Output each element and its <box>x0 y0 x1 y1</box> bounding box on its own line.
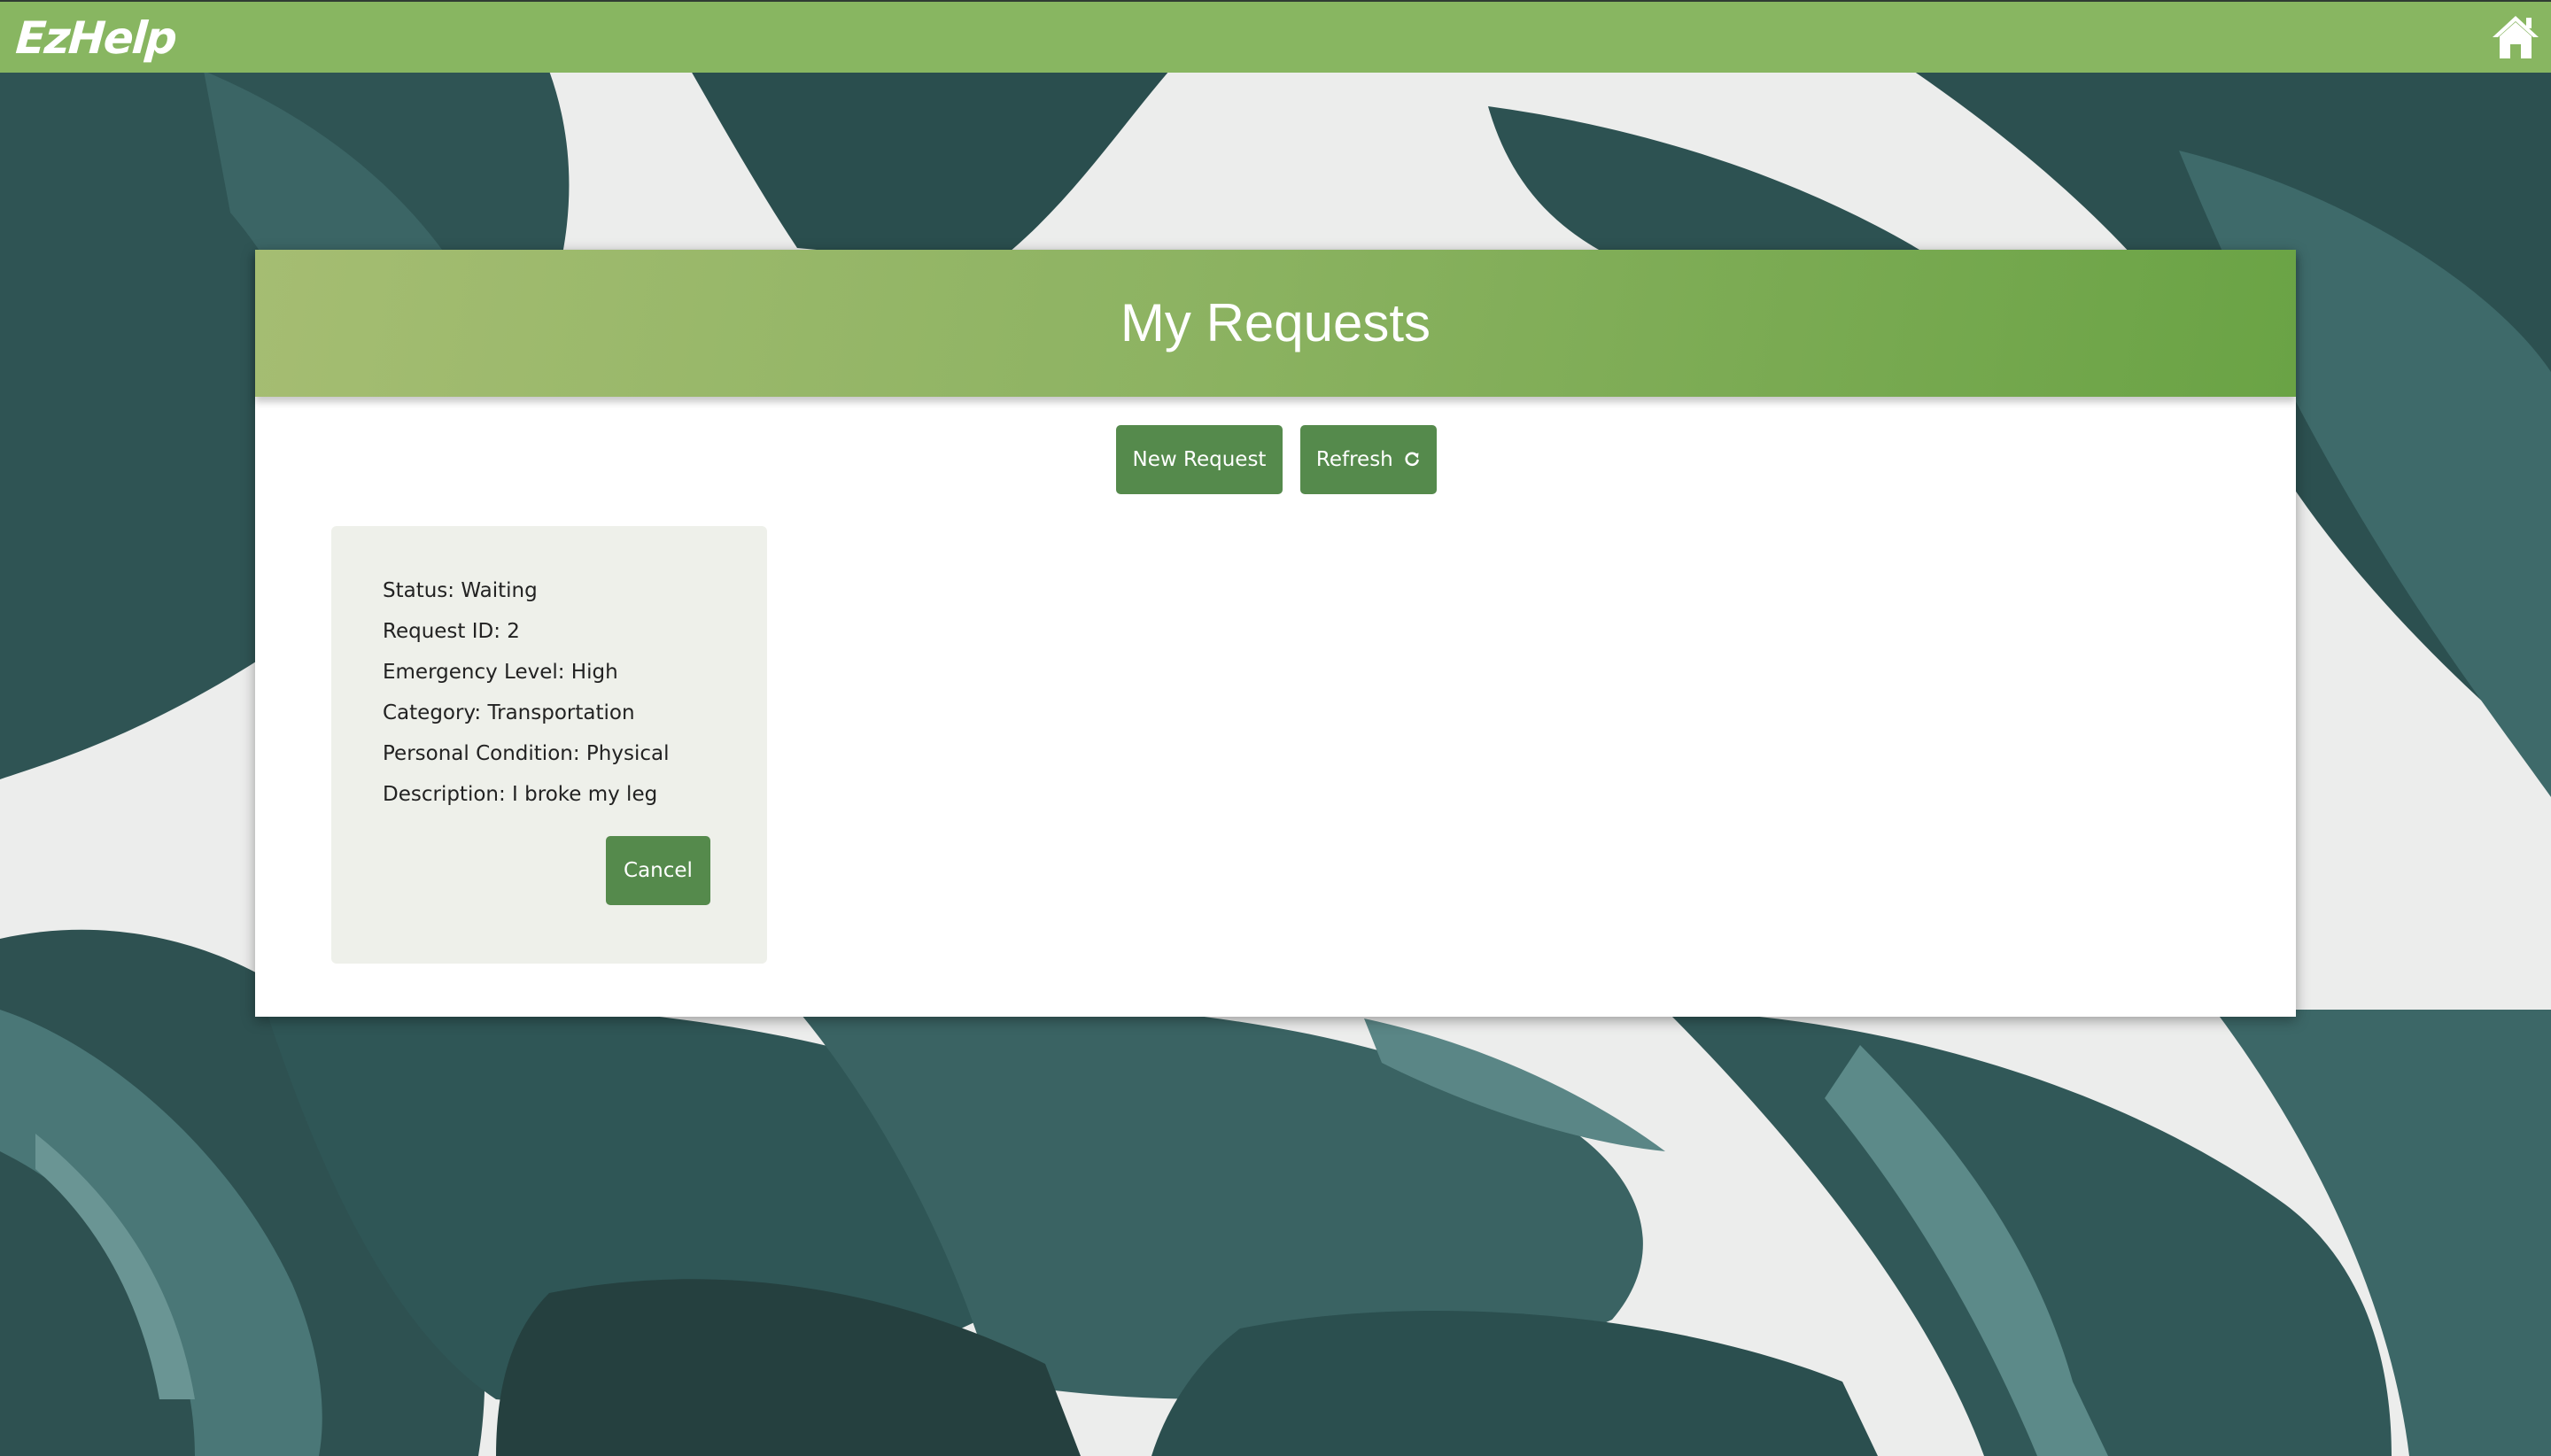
brand-logo[interactable]: EzHelp <box>14 7 178 69</box>
cancel-request-button[interactable]: Cancel <box>606 836 710 905</box>
request-description: Description: I broke my leg <box>383 783 658 806</box>
page-title: My Requests <box>1120 293 1431 352</box>
panel-header: My Requests <box>255 250 2296 397</box>
refresh-button-label: Refresh <box>1315 448 1393 471</box>
request-personal-condition: Personal Condition: Physical <box>383 742 670 765</box>
home-icon[interactable] <box>2489 12 2542 62</box>
request-id: Request ID: 2 <box>383 620 520 643</box>
top-navbar: EzHelp <box>0 0 2551 73</box>
request-card: Status: Waiting Request ID: 2 Emergency … <box>331 526 767 964</box>
request-category: Category: Transportation <box>383 701 635 724</box>
my-requests-panel: My Requests New Request Refresh Status: … <box>255 250 2296 1017</box>
new-request-button[interactable]: New Request <box>1116 425 1283 494</box>
refresh-button[interactable]: Refresh <box>1300 425 1437 494</box>
request-emergency-level: Emergency Level: High <box>383 661 618 684</box>
refresh-icon <box>1405 452 1419 466</box>
request-status: Status: Waiting <box>383 579 538 602</box>
